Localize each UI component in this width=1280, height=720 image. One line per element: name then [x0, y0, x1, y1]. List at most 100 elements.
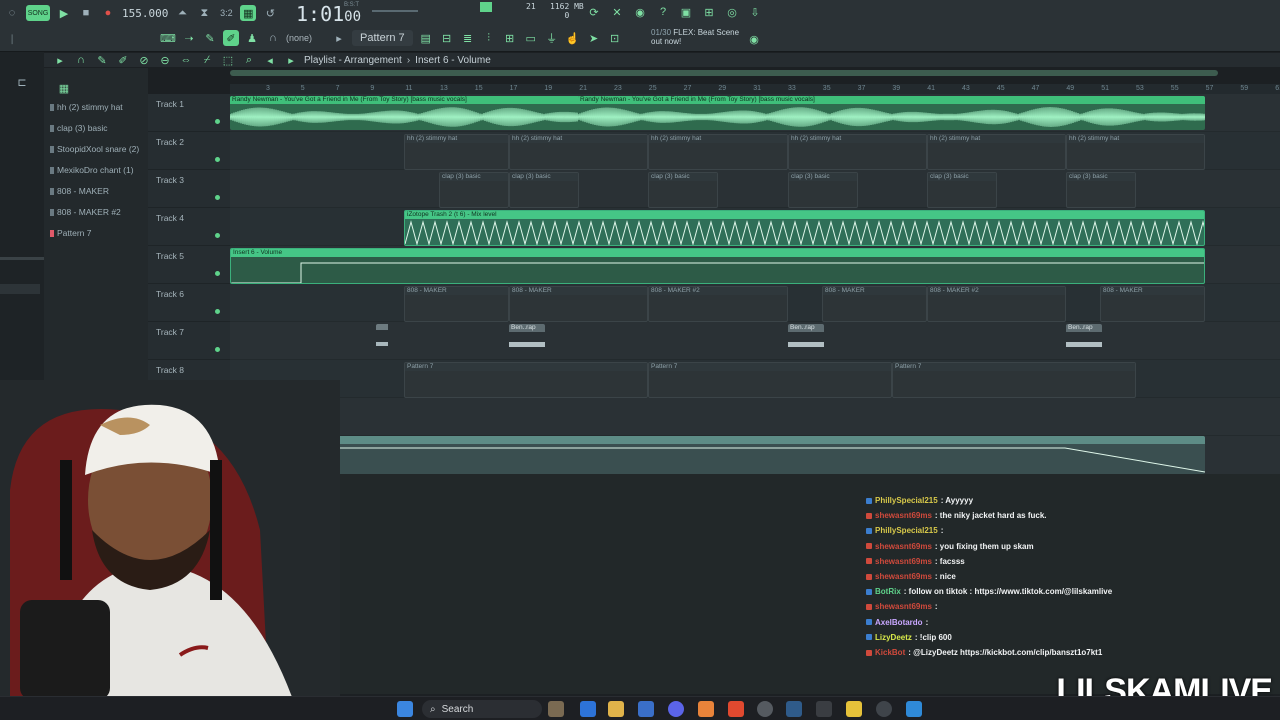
pattern-clip-808[interactable]: 808 - MAKER: [1100, 286, 1205, 322]
metronome-icon[interactable]: ⏶: [174, 5, 190, 21]
audio-clip-ben-rap[interactable]: Ben..rap: [788, 324, 824, 354]
picker-item[interactable]: 808 - MAKER #2: [50, 207, 121, 217]
track-header[interactable]: Track 4: [148, 208, 230, 246]
plugin-icon[interactable]: ⊞: [701, 4, 717, 20]
song-mode-toggle[interactable]: SONG: [26, 5, 50, 21]
track-mute-led[interactable]: [215, 233, 220, 238]
pattern-selector[interactable]: Pattern 7: [352, 30, 413, 46]
save-icon[interactable]: ▣: [678, 4, 694, 20]
brave-icon[interactable]: [728, 701, 744, 717]
pattern-clip-pattern7[interactable]: Pattern 7: [892, 362, 1136, 398]
magnet-tool-icon[interactable]: ∩: [73, 52, 89, 68]
pattern-clip-pattern7[interactable]: Pattern 7: [648, 362, 892, 398]
play-button[interactable]: ▶: [56, 5, 72, 21]
pattern-clip-808-2[interactable]: 808 - MAKER #2: [648, 286, 788, 322]
blend-notes-icon[interactable]: ▦: [240, 5, 257, 21]
obs-icon[interactable]: [757, 701, 773, 717]
app-icon[interactable]: [816, 701, 832, 717]
audio-clip[interactable]: Randy Newman - You've Got a Friend in Me…: [230, 96, 580, 130]
playlist-title-bar[interactable]: ▸ ∩ ✎ ✐ ⊘ ⊖ ⇔ ⌿ ⬚ ⌕ ◂ ▸ Playlist - Arran…: [44, 53, 1280, 67]
ak-icon[interactable]: [876, 701, 892, 717]
online-icon[interactable]: ◉: [746, 31, 762, 47]
pattern-clip-808[interactable]: 808 - MAKER: [822, 286, 927, 322]
pattern-clip-hh[interactable]: hh (2) stimmy hat: [788, 134, 927, 170]
pencil-icon[interactable]: ✎: [202, 30, 218, 46]
tempo-display[interactable]: 155.000: [122, 7, 168, 20]
pattern-clip-clap[interactable]: clap (3) basic: [788, 172, 858, 208]
track-header[interactable]: Track 3: [148, 170, 230, 208]
mic-icon[interactable]: ◉: [632, 4, 648, 20]
fl-studio-icon[interactable]: [698, 701, 714, 717]
cart-icon[interactable]: ⊡: [607, 30, 623, 46]
snap-selector[interactable]: (none): [286, 33, 312, 43]
audio-clip-ben-rap[interactable]: Ben..rap: [1066, 324, 1102, 354]
file-explorer-icon[interactable]: [608, 701, 624, 717]
mixer-icon[interactable]: ⫶: [481, 30, 497, 46]
chat-icon[interactable]: ◎: [724, 4, 740, 20]
mute-tool-icon[interactable]: ⊖: [157, 52, 173, 68]
file-icon[interactable]: ▭: [523, 30, 539, 46]
pattern-clip-clap[interactable]: clap (3) basic: [1066, 172, 1136, 208]
steam-icon[interactable]: [786, 701, 802, 717]
windows-start-icon[interactable]: [397, 701, 413, 717]
track-header[interactable]: Track 5: [148, 246, 230, 284]
track-header[interactable]: Track 7: [148, 322, 230, 360]
taskbar-search[interactable]: ⌕ Search: [422, 700, 542, 718]
touch-icon[interactable]: ☝: [565, 30, 581, 46]
photos-icon[interactable]: [906, 701, 922, 717]
select-tool-icon[interactable]: ⬚: [220, 52, 236, 68]
collapse-icon[interactable]: ᛁ: [4, 32, 20, 48]
track-header[interactable]: Track 6: [148, 284, 230, 322]
arrow-right-icon[interactable]: ▸: [283, 52, 299, 68]
browser-icon[interactable]: ⊞: [502, 30, 518, 46]
track-mute-led[interactable]: [215, 271, 220, 276]
pattern-arrow-icon[interactable]: ▸: [331, 30, 347, 46]
automation-clip-master-volume[interactable]: Master - Volume: [230, 436, 1205, 474]
news-panel[interactable]: 01/30 FLEX: Beat Scene out now!: [651, 28, 739, 46]
step-icon[interactable]: ➝: [181, 30, 197, 46]
pattern-clip-808[interactable]: 808 - MAKER: [404, 286, 509, 322]
record-button[interactable]: ●: [100, 5, 116, 21]
arrow-icon[interactable]: ▸: [52, 52, 68, 68]
pattern-clip-hh[interactable]: hh (2) stimmy hat: [927, 134, 1066, 170]
track-header[interactable]: Track 1: [148, 94, 230, 132]
store-icon[interactable]: [638, 701, 654, 717]
menu-icon[interactable]: ◌: [4, 5, 20, 21]
track-header[interactable]: Track 2: [148, 132, 230, 170]
timeline-ruler[interactable]: 3 5 7 9 11 13 15 17 19 21 23 25 27 29 31 33 35 37 39 41 43 45…: [230, 84, 1280, 94]
zoom-tool-icon[interactable]: ⌕: [241, 52, 257, 68]
paint-tool-icon[interactable]: ✐: [115, 52, 131, 68]
help-icon[interactable]: ?: [655, 4, 671, 20]
pattern-clip-hh[interactable]: hh (2) stimmy hat: [509, 134, 648, 170]
pattern-clip-pattern7[interactable]: Pattern 7: [404, 362, 648, 398]
audio-clip-ben-rap[interactable]: Ben..rap: [509, 324, 545, 354]
pattern-clip-clap[interactable]: clap (3) basic: [927, 172, 997, 208]
slice-tool-icon[interactable]: ⌿: [199, 52, 215, 68]
keyboard-icon[interactable]: ⌨: [160, 30, 176, 46]
browser-toggle-icon[interactable]: ⊏: [14, 74, 30, 90]
paint-icon[interactable]: ✐: [223, 30, 239, 46]
pattern-clip-hh[interactable]: hh (2) stimmy hat: [648, 134, 788, 170]
audio-clip-small[interactable]: [376, 324, 390, 354]
track-lane[interactable]: [230, 398, 1280, 436]
tools-icon[interactable]: ✕: [609, 4, 625, 20]
download-icon[interactable]: ⇩: [747, 4, 763, 20]
picker-item[interactable]: clap (3) basic: [50, 123, 108, 133]
stop-button[interactable]: ■: [78, 5, 94, 21]
refresh-icon[interactable]: ⟳: [586, 4, 602, 20]
picker-item[interactable]: StoopidXool snare (2): [50, 144, 139, 154]
picker-item[interactable]: MexikoDro chant (1): [50, 165, 134, 175]
send-icon[interactable]: ➤: [586, 30, 602, 46]
countdown-icon[interactable]: 3:2: [218, 5, 234, 21]
picker-item[interactable]: hh (2) stimmy hat: [50, 102, 123, 112]
pattern-clip-hh[interactable]: hh (2) stimmy hat: [1066, 134, 1205, 170]
widgets-icon[interactable]: [548, 701, 564, 717]
pattern-clip-clap[interactable]: clap (3) basic: [509, 172, 579, 208]
automation-clip-insert-volume[interactable]: Insert 6 - Volume: [230, 248, 1205, 284]
slip-tool-icon[interactable]: ⇔: [178, 52, 194, 68]
delete-tool-icon[interactable]: ⊘: [136, 52, 152, 68]
channel-rack-icon[interactable]: ≣: [460, 30, 476, 46]
master-volume-slider[interactable]: [372, 10, 418, 12]
pattern-clip-clap[interactable]: clap (3) basic: [439, 172, 509, 208]
track-mute-led[interactable]: [215, 347, 220, 352]
